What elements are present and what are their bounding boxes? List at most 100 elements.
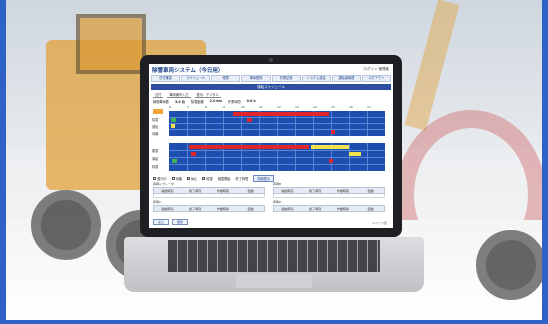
nav-item-schedule[interactable]: スケジュール (181, 75, 211, 82)
column-header: 終了時刻 (189, 188, 202, 193)
column-header: 開始時刻 (281, 188, 294, 193)
table-header: 開始時刻 終了時刻 作業時間 距離 (273, 187, 385, 194)
gantt-bar[interactable] (189, 145, 309, 149)
legend-label: 除雪 (206, 177, 213, 181)
hour-tick-label: 12 (277, 105, 281, 109)
table-title: 車両D (273, 200, 282, 204)
vehicle-table: 車両D 開始時刻 終了時刻 作業時間 距離 (273, 200, 385, 212)
main-nav: 日付確認 スケジュール 帳票 車両登録 作業記録 システム設定 運転者管理 ログ… (151, 75, 391, 82)
checkbox[interactable] (153, 177, 156, 180)
app-title: 除雪車両システム（今日用） (152, 68, 224, 74)
column-header: 開始時刻 (281, 206, 294, 211)
gantt-bar[interactable] (233, 112, 329, 116)
gantt-bar[interactable] (247, 118, 252, 122)
table-row (273, 194, 385, 198)
hour-tick-label: 17 (367, 105, 371, 109)
keyboard (168, 240, 380, 272)
info-label: 除雪距離 (190, 100, 204, 104)
trackpad (236, 274, 312, 288)
nav-item-drivers[interactable]: 運転者管理 (331, 75, 361, 82)
legend-label: 終了時間 (235, 177, 249, 181)
truck-wheel (31, 190, 101, 260)
today-marker (153, 109, 163, 114)
column-header: 距離 (367, 188, 374, 193)
column-header: 終了時刻 (189, 206, 202, 211)
gantt-bar[interactable] (191, 152, 196, 156)
column-header: 距離 (247, 188, 254, 193)
column-header: 作業時間 (336, 206, 349, 211)
nav-item-logout[interactable]: ログアウト (361, 75, 391, 82)
camera-icon (269, 58, 273, 62)
checkbox[interactable] (186, 177, 190, 180)
summary-row: 稼働車両数 3.0 台 除雪距離 2.0 km 作業時間 0.0 h (153, 99, 256, 104)
truck-cab (76, 14, 146, 74)
legend-label: 休止 (190, 177, 198, 181)
vehicle-table: 車両A グレーダ 開始時刻 終了時刻 作業時間 距離 (153, 182, 265, 198)
info-label: 作業時間 (227, 100, 241, 104)
table-title: 車両C (153, 200, 162, 204)
nav-item-settings[interactable]: システム設定 (301, 75, 331, 82)
info-value: 2.0 km (209, 99, 222, 103)
gantt-bar[interactable] (331, 130, 335, 134)
hour-tick-label: 13 (295, 105, 299, 109)
gantt-bar[interactable] (349, 152, 361, 156)
legend-label: 待機 (175, 177, 182, 181)
gantt-chart-top[interactable] (169, 111, 385, 136)
row-label: 運転 (152, 125, 159, 129)
table-row (153, 194, 265, 198)
hour-tick-label: 6 (169, 105, 171, 109)
checkbox[interactable] (202, 177, 206, 180)
column-header: 作業時間 (216, 188, 229, 193)
nav-item-report[interactable]: 帳票 (211, 75, 241, 82)
column-header: 作業時間 (216, 206, 229, 211)
gantt-bar[interactable] (172, 159, 177, 163)
tab-bar: 日付 車両番号入力 表示：デジタル (153, 92, 221, 98)
hour-tick-label: 8 (205, 105, 207, 109)
back-button[interactable]: 戻る (153, 219, 170, 225)
row-label: 除雪 (152, 165, 159, 169)
info-label: 稼働車両数 (153, 100, 169, 104)
hour-tick-label: 11 (259, 105, 263, 109)
column-header: 距離 (247, 206, 254, 211)
hour-tick-label: 10 (241, 105, 245, 109)
nav-item-record[interactable]: 作業記録 (271, 75, 301, 82)
detail-button[interactable]: 詳細表示 (253, 175, 274, 182)
hour-tick-label: 14 (313, 105, 317, 109)
column-header: 終了時刻 (309, 206, 322, 211)
column-header: 開始時刻 (161, 206, 174, 211)
gantt-chart-bottom[interactable] (169, 143, 385, 171)
gantt-bar[interactable] (311, 145, 349, 149)
tab-vehicle-input[interactable]: 車両番号入力 (167, 92, 191, 98)
gantt-bar[interactable] (329, 159, 333, 163)
gantt-bar[interactable] (171, 124, 175, 128)
hour-tick-label: 9 (223, 105, 225, 109)
action-buttons: 戻る 更新 (153, 219, 189, 225)
hour-tick-label: 16 (349, 105, 353, 109)
vehicle-table: 車両C 開始時刻 終了時刻 作業時間 距離 (153, 200, 265, 212)
table-title: 車両A グレーダ (153, 182, 175, 186)
gantt-bar[interactable] (171, 118, 176, 122)
column-header: 距離 (367, 206, 374, 211)
tab-display[interactable]: 表示：デジタル (194, 92, 221, 98)
row-label: 凍結 (152, 157, 159, 161)
row-label: 融雪 (152, 149, 159, 153)
update-button[interactable]: 更新 (172, 219, 189, 225)
scheduler-app: 除雪車両システム（今日用） ログイン 管理者 日付確認 スケジュール 帳票 車両… (149, 64, 393, 228)
nav-item-date[interactable]: 日付確認 (151, 75, 181, 82)
nav-item-vehicle[interactable]: 車両登録 (241, 75, 271, 82)
blower-wheel (476, 230, 542, 300)
page-info: 1 ページ目 (372, 221, 387, 225)
hour-tick-label: 7 (187, 105, 189, 109)
laptop-screen: 除雪車両システム（今日用） ログイン 管理者 日付確認 スケジュール 帳票 車両… (149, 64, 393, 228)
table-header: 開始時刻 終了時刻 作業時間 距離 (153, 187, 265, 194)
column-header: 終了時刻 (309, 188, 322, 193)
checkbox[interactable] (171, 177, 175, 180)
legend-row: 運行中 待機 休止 除雪 融雪開始 終了時間 詳細表示 (153, 175, 274, 182)
table-title: 車両B (273, 182, 282, 186)
section-title: 運転スケジュール (151, 84, 391, 90)
hour-tick-label: 15 (331, 105, 335, 109)
user-info[interactable]: ログイン 管理者 (363, 67, 389, 72)
vehicle-table: 車両B 開始時刻 終了時刻 作業時間 距離 (273, 182, 385, 198)
table-header: 開始時刻 終了時刻 作業時間 距離 (153, 205, 265, 212)
tab-date[interactable]: 日付 (153, 92, 164, 98)
